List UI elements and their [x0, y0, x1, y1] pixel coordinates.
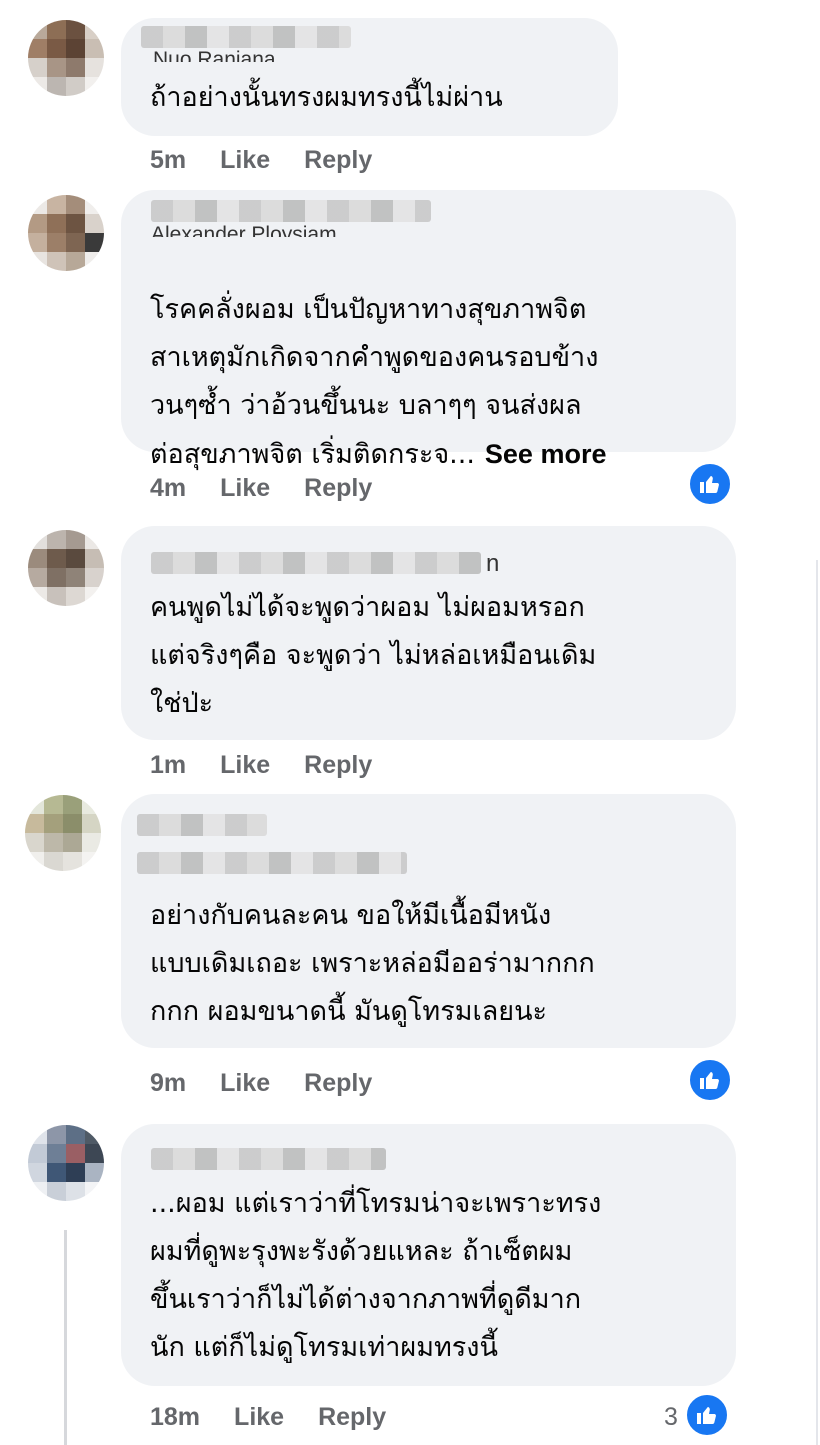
comment-actions: 4m Like Reply: [150, 474, 406, 503]
avatar[interactable]: [28, 1125, 104, 1201]
reply-button[interactable]: Reply: [318, 1403, 386, 1432]
comment-bubble: Alexander Ploysiam โรคคลั่งผอม เป็นปัญหา…: [121, 190, 736, 470]
reply-button[interactable]: Reply: [304, 751, 372, 780]
timestamp[interactable]: 18m: [150, 1403, 200, 1432]
author-name-blurred[interactable]: [137, 814, 267, 836]
thumbs-up-icon: [700, 1072, 719, 1089]
comment-actions: 1m Like Reply: [150, 751, 406, 780]
like-button[interactable]: Like: [220, 474, 270, 503]
author-name-blurred[interactable]: [151, 552, 481, 574]
comment-text: คนพูดไม่ได้จะพูดว่าผอม ไม่ผอมหรอก แต่จริ…: [150, 592, 597, 719]
comment-bubble: ...ผอม แต่เราว่าที่โทรมน่าจะเพราะทรง ผมท…: [121, 1124, 736, 1386]
thread-line: [64, 1230, 67, 1445]
comment-text: ...ผอม แต่เราว่าที่โทรมน่าจะเพราะทรง ผมท…: [150, 1188, 602, 1363]
see-more-link[interactable]: See more: [485, 439, 607, 469]
reply-button[interactable]: Reply: [304, 146, 372, 175]
avatar[interactable]: [28, 20, 104, 96]
reaction-count[interactable]: 3: [664, 1403, 678, 1432]
reply-button[interactable]: Reply: [304, 474, 372, 503]
author-name-blurred[interactable]: [151, 1148, 386, 1170]
author-name[interactable]: n: [486, 550, 499, 578]
timestamp[interactable]: 9m: [150, 1069, 186, 1098]
comment-actions: 18m Like Reply: [150, 1403, 420, 1432]
comment-bubble: อย่างกับคนละคน ขอให้มีเนื้อมีหนัง แบบเดิ…: [121, 794, 736, 1048]
timestamp[interactable]: 1m: [150, 751, 186, 780]
comment-bubble: Nuo Ranjana ถ้าอย่างนั้นทรงผมทรงนี้ไม่ผ่…: [121, 18, 618, 136]
timestamp[interactable]: 4m: [150, 474, 186, 503]
reply-button[interactable]: Reply: [304, 1069, 372, 1098]
reaction-badge[interactable]: [684, 1392, 730, 1438]
reaction-badge[interactable]: [687, 461, 733, 507]
like-button[interactable]: Like: [220, 1069, 270, 1098]
avatar[interactable]: [28, 530, 104, 606]
thumbs-up-icon: [697, 1407, 716, 1424]
comment-text: โรคคลั่งผอม เป็นปัญหาทางสุขภาพจิต สาเหตุ…: [150, 238, 712, 479]
comment-bubble: n คนพูดไม่ได้จะพูดว่าผอม ไม่ผอมหรอก แต่จ…: [121, 526, 736, 740]
timestamp[interactable]: 5m: [150, 146, 186, 175]
comment-text: อย่างกับคนละคน ขอให้มีเนื้อมีหนัง แบบเดิ…: [150, 900, 595, 1027]
scrollbar-track[interactable]: [816, 560, 818, 1445]
like-button[interactable]: Like: [234, 1403, 284, 1432]
avatar[interactable]: [28, 195, 104, 271]
author-name-blurred[interactable]: [141, 26, 351, 48]
avatar[interactable]: [25, 795, 101, 871]
author-name[interactable]: Alexander Ploysiam: [151, 223, 337, 237]
like-button[interactable]: Like: [220, 146, 270, 175]
comment-actions: 5m Like Reply: [150, 146, 406, 175]
comment-1: Nuo Ranjana ถ้าอย่างนั้นทรงผมทรงนี้ไม่ผ่…: [0, 0, 820, 190]
thumbs-up-icon: [700, 476, 719, 493]
comment-text: ถ้าอย่างนั้นทรงผมทรงนี้ไม่ผ่าน: [150, 82, 503, 113]
author-name[interactable]: Nuo Ranjana: [153, 48, 276, 62]
author-name-blurred-line2[interactable]: [137, 852, 407, 874]
author-name-blurred[interactable]: [151, 200, 431, 222]
comment-actions: 9m Like Reply: [150, 1069, 406, 1098]
reaction-badge[interactable]: [687, 1057, 733, 1103]
like-button[interactable]: Like: [220, 751, 270, 780]
